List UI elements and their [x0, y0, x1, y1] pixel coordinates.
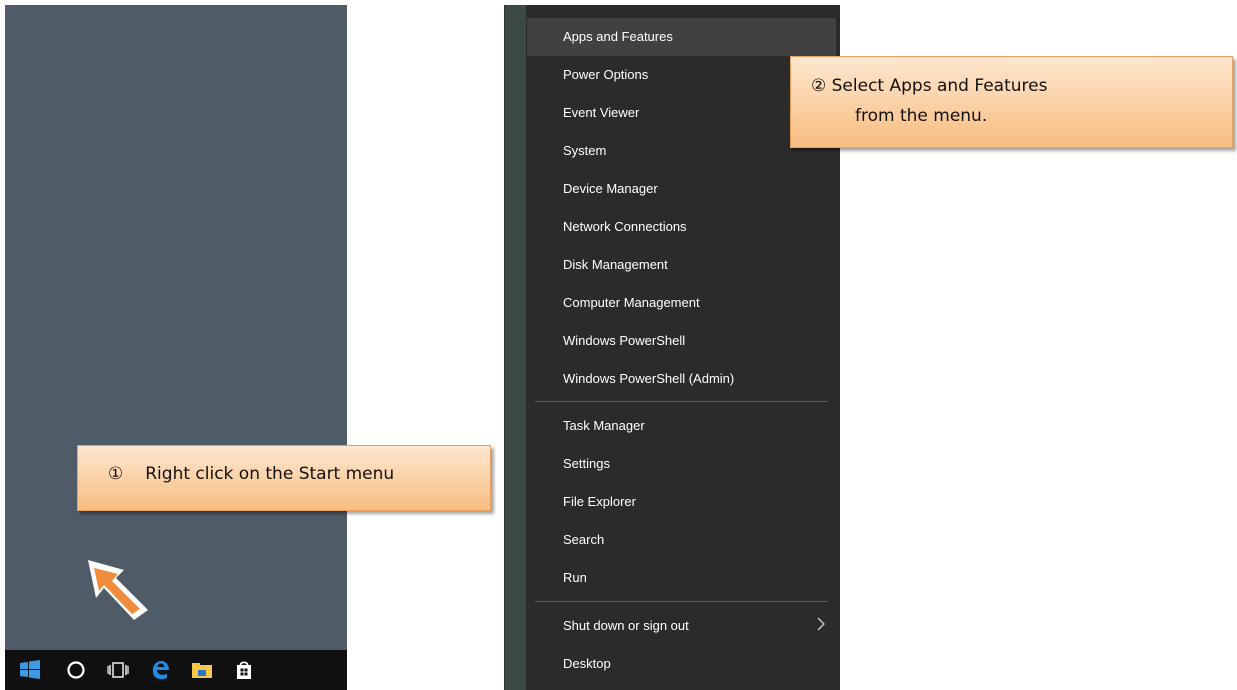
step2-callout: ② Select Apps and Features from the menu…: [790, 56, 1233, 148]
menu-item-network-connections[interactable]: Network Connections: [563, 217, 687, 237]
menu-item-file-explorer[interactable]: File Explorer: [563, 492, 636, 512]
step1-text: Right click on the Start menu: [145, 464, 395, 484]
menu-separator: [535, 401, 828, 402]
taskbar: [5, 650, 347, 690]
menu-item-windows-powershell-admin[interactable]: Windows PowerShell (Admin): [563, 369, 734, 389]
cortana-circle-icon: [67, 661, 85, 679]
file-explorer-icon: [192, 663, 212, 678]
store-icon: [237, 661, 251, 679]
task-view-icon: [107, 662, 129, 678]
desktop-area: [5, 5, 347, 650]
menu-item-shut-down-or-sign-out[interactable]: Shut down or sign out: [563, 616, 689, 636]
step2-text-line2: from the menu.: [855, 106, 988, 126]
menu-item-power-options[interactable]: Power Options: [563, 65, 648, 85]
windows-start-icon: [20, 660, 40, 679]
store-button[interactable]: [223, 650, 265, 690]
edge-icon: [152, 661, 169, 680]
menu-item-system[interactable]: System: [563, 141, 606, 161]
chevron-right-icon: [817, 617, 825, 631]
menu-item-event-viewer[interactable]: Event Viewer: [563, 103, 639, 123]
task-view-button[interactable]: [97, 650, 139, 690]
file-explorer-button[interactable]: [181, 650, 223, 690]
menu-item-desktop[interactable]: Desktop: [563, 654, 611, 674]
step2-text-line1: ② Select Apps and Features: [811, 76, 1048, 96]
step1-number: ①: [108, 464, 124, 484]
menu-separator: [535, 601, 828, 602]
edge-button[interactable]: [139, 650, 181, 690]
menu-item-computer-management[interactable]: Computer Management: [563, 293, 700, 313]
menu-item-search[interactable]: Search: [563, 530, 604, 550]
menu-item-run[interactable]: Run: [563, 568, 587, 588]
pointer-arrow-icon: [88, 560, 148, 620]
desktop-edge-strip: [504, 5, 527, 690]
menu-item-settings[interactable]: Settings: [563, 454, 610, 474]
menu-item-device-manager[interactable]: Device Manager: [563, 179, 658, 199]
menu-item-windows-powershell[interactable]: Windows PowerShell: [563, 331, 685, 351]
step1-callout: ① Right click on the Start menu: [77, 445, 491, 511]
menu-item-task-manager[interactable]: Task Manager: [563, 416, 645, 436]
menu-item-disk-management[interactable]: Disk Management: [563, 255, 668, 275]
start-button[interactable]: [5, 650, 55, 690]
cortana-button[interactable]: [55, 650, 97, 690]
menu-item-apps-and-features[interactable]: Apps and Features: [563, 27, 673, 47]
